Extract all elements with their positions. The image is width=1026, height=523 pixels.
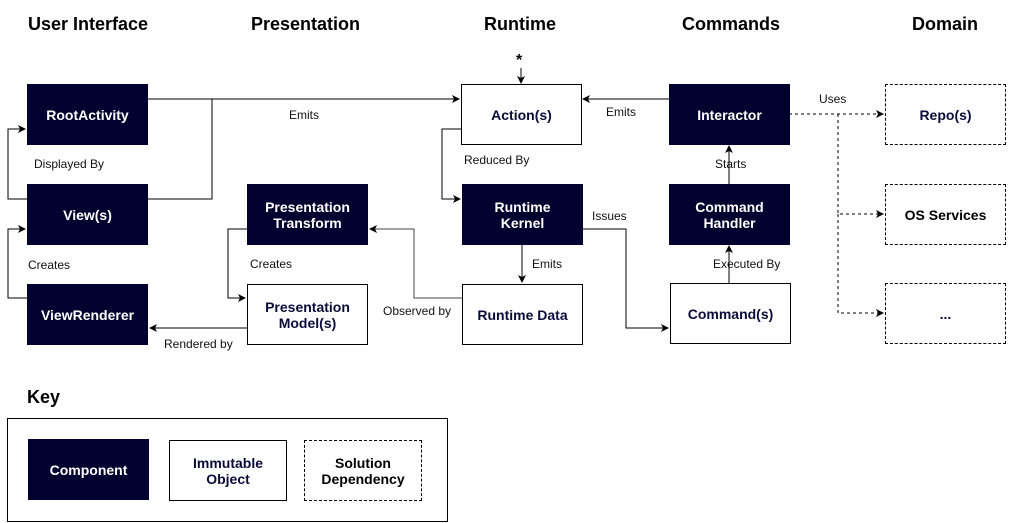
edge-label-emits-views: Emits — [289, 108, 319, 122]
key-label: Solution Dependency — [321, 454, 405, 487]
key-component: Component — [28, 439, 149, 500]
edge-actions-to-kernel — [441, 128, 462, 203]
node-label: Interactor — [697, 106, 762, 123]
node-actions[interactable]: Action(s) — [461, 84, 582, 145]
node-presentation-transform[interactable]: Presentation Transform — [247, 184, 368, 245]
edge-label-rendered-by: Rendered by — [164, 337, 233, 351]
node-label: ... — [939, 305, 952, 322]
node-runtime-data[interactable]: Runtime Data — [462, 284, 583, 345]
edge-interactor-to-more — [837, 214, 884, 317]
edge-label-displayed-by: Displayed By — [34, 157, 105, 171]
node-label: Runtime Data — [477, 306, 568, 323]
edge-transform-to-models — [227, 228, 247, 302]
edge-label-creates-models: Creates — [250, 257, 293, 271]
edge-label-uses: Uses — [819, 92, 847, 106]
node-label: Command Handler — [695, 198, 764, 231]
external-input-marker: * — [516, 52, 523, 69]
key-label: Immutable Object — [192, 454, 263, 487]
edge-label-starts: Starts — [715, 157, 747, 171]
node-label: Repo(s) — [919, 106, 972, 123]
node-root-activity[interactable]: RootActivity — [27, 84, 148, 145]
edge-data-to-transform — [369, 225, 462, 299]
node-runtime-kernel[interactable]: Runtime Kernel — [462, 184, 583, 245]
node-label: Runtime Kernel — [494, 198, 551, 231]
edge-label-executed-by: Executed By — [713, 257, 781, 271]
edge-label-issues: Issues — [592, 209, 627, 223]
key-title: Key — [27, 387, 61, 407]
edge-label-reduced-by: Reduced By — [464, 153, 530, 167]
node-label: Presentation Model(s) — [265, 298, 350, 331]
edge-views-to-actions — [148, 99, 213, 200]
edge-label-emits-data: Emits — [532, 257, 562, 271]
edge-label-observed-by: Observed by — [383, 304, 452, 318]
node-command-handler[interactable]: Command Handler — [669, 184, 790, 245]
edge-interactor-to-os-services — [837, 114, 884, 218]
key-immutable-object: Immutable Object — [169, 440, 287, 501]
node-label: Command(s) — [687, 305, 774, 322]
node-label: ViewRenderer — [40, 306, 135, 323]
node-label: Action(s) — [491, 106, 552, 123]
node-label: View(s) — [63, 206, 112, 223]
node-views[interactable]: View(s) — [27, 184, 148, 245]
edge-renderer-to-views — [7, 225, 27, 299]
node-label: RootActivity — [46, 106, 129, 123]
node-commands[interactable]: Command(s) — [670, 283, 791, 344]
key-solution-dependency: Solution Dependency — [304, 440, 422, 501]
node-label: Presentation Transform — [265, 198, 350, 231]
node-repos[interactable]: Repo(s) — [885, 84, 1006, 145]
edge-kernel-to-commands — [582, 228, 669, 332]
node-presentation-models[interactable]: Presentation Model(s) — [247, 284, 368, 345]
edge-label-emits-interactor: Emits — [606, 105, 636, 119]
node-view-renderer[interactable]: ViewRenderer — [27, 284, 148, 345]
edge-label-creates-views: Creates — [28, 258, 71, 272]
node-interactor[interactable]: Interactor — [669, 84, 790, 145]
node-label: OS Services — [904, 206, 987, 223]
node-os-services[interactable]: OS Services — [885, 184, 1006, 245]
key-label: Component — [49, 461, 128, 478]
node-more[interactable]: ... — [885, 283, 1006, 344]
edge-views-to-root — [7, 125, 27, 200]
